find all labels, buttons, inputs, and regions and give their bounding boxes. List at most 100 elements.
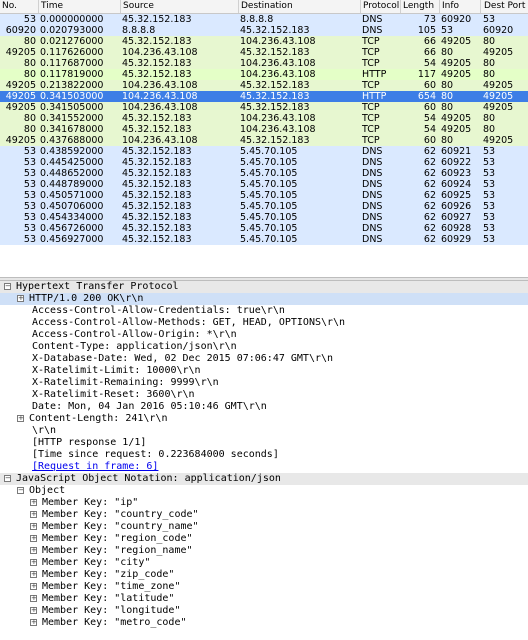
cell-info: 80 [441, 47, 454, 58]
expand-icon[interactable]: + [30, 607, 37, 614]
column-header-time[interactable]: Time [41, 1, 63, 11]
tree-row[interactable]: Access-Control-Allow-Methods: GET, HEAD,… [0, 317, 528, 329]
tree-row-label: Member Key: "time_zone" [42, 581, 181, 592]
cell-time: 0.117687000 [40, 58, 104, 69]
tree-row[interactable]: − Hypertext Transfer Protocol [0, 281, 528, 293]
packet-row[interactable]: 80 0.117819000 45.32.152.183 104.236.43.108… [0, 69, 528, 80]
tree-row[interactable]: [Request in frame: 6] [0, 461, 528, 473]
tree-row[interactable]: Access-Control-Allow-Origin: *\r\n [0, 329, 528, 341]
packet-row[interactable]: 53 0.448652000 45.32.152.183 5.45.70.105 DNS… [0, 168, 528, 179]
packet-row[interactable]: 80 0.341678000 45.32.152.183 104.236.43.108… [0, 124, 528, 135]
cell-dest-port: 53 [483, 14, 496, 25]
cell-destination: 104.236.43.108 [240, 58, 316, 69]
cell-destination: 5.45.70.105 [240, 223, 298, 234]
packet-row[interactable]: 49205 0.341503000 104.236.43.108 45.32.152.… [0, 91, 528, 102]
expand-icon[interactable]: + [30, 583, 37, 590]
packet-row[interactable]: 49205 0.117626000 104.236.43.108 45.32.152.… [0, 47, 528, 58]
cell-dest-port: 53 [483, 201, 496, 212]
packet-row[interactable]: 80 0.021276000 45.32.152.183 104.236.43.108… [0, 36, 528, 47]
cell-destination: 5.45.70.105 [240, 179, 298, 190]
cell-dest-port: 53 [483, 234, 496, 245]
column-header-source[interactable]: Source [123, 1, 154, 11]
cell-protocol: TCP [362, 124, 380, 135]
tree-row[interactable]: Date: Mon, 04 Jan 2016 05:10:46 GMT\r\n [0, 401, 528, 413]
expand-icon[interactable]: + [30, 559, 37, 566]
expand-icon[interactable]: + [30, 595, 37, 602]
column-header-info[interactable]: Info [442, 1, 459, 11]
expand-icon[interactable]: + [30, 571, 37, 578]
tree-row[interactable]: X-Ratelimit-Reset: 3600\r\n [0, 389, 528, 401]
packet-row[interactable]: 80 0.341552000 45.32.152.183 104.236.43.108… [0, 113, 528, 124]
tree-row[interactable]: + Member Key: "country_name" [0, 521, 528, 533]
column-header-protocol[interactable]: Protocol [363, 1, 399, 11]
packet-row[interactable]: 53 0.456726000 45.32.152.183 5.45.70.105 DNS… [0, 223, 528, 234]
cell-length: 62 [423, 157, 436, 168]
tree-row[interactable]: X-Database-Date: Wed, 02 Dec 2015 07:06:… [0, 353, 528, 365]
request-frame-link[interactable]: [Request in frame: 6] [32, 461, 158, 473]
expand-icon[interactable]: + [17, 295, 24, 302]
tree-row[interactable]: + Member Key: "time_zone" [0, 581, 528, 593]
packet-row[interactable]: 60920 0.020793000 8.8.8.8 45.32.152.183 DNS 1… [0, 25, 528, 36]
expand-icon[interactable]: + [30, 535, 37, 542]
tree-row[interactable]: X-Ratelimit-Remaining: 9999\r\n [0, 377, 528, 389]
tree-row[interactable]: [Time since request: 0.223684000 seconds… [0, 449, 528, 461]
packet-row[interactable]: 53 0.445425000 45.32.152.183 5.45.70.105 DNS… [0, 157, 528, 168]
cell-time: 0.341505000 [40, 102, 104, 113]
tree-row[interactable]: X-Ratelimit-Limit: 10000\r\n [0, 365, 528, 377]
cell-length: 54 [423, 124, 436, 135]
cell-length: 654 [417, 91, 436, 102]
column-header-dest-port[interactable]: Dest Port [484, 1, 525, 11]
expand-icon[interactable]: + [30, 511, 37, 518]
packet-row[interactable]: 80 0.117687000 45.32.152.183 104.236.43.108… [0, 58, 528, 69]
collapse-icon[interactable]: − [4, 475, 11, 482]
tree-row[interactable]: Access-Control-Allow-Credentials: true\r… [0, 305, 528, 317]
expand-icon[interactable]: + [30, 523, 37, 530]
packet-row[interactable]: 49205 0.437688000 104.236.43.108 45.32.152.… [0, 135, 528, 146]
expand-icon[interactable]: + [30, 499, 37, 506]
packet-row[interactable]: 49205 0.341505000 104.236.43.108 45.32.152.… [0, 102, 528, 113]
cell-source: 45.32.152.183 [122, 58, 192, 69]
tree-row[interactable]: + Member Key: "ip" [0, 497, 528, 509]
cell-dest-port: 80 [483, 58, 496, 69]
tree-row[interactable]: + Member Key: "city" [0, 557, 528, 569]
packet-row[interactable]: 53 0.450706000 45.32.152.183 5.45.70.105 DNS… [0, 201, 528, 212]
tree-row[interactable]: + Member Key: "latitude" [0, 593, 528, 605]
cell-info: 60921 [441, 146, 472, 157]
packet-row[interactable]: 53 0.000000000 45.32.152.183 8.8.8.8 DNS 73 60… [0, 14, 528, 25]
tree-row[interactable]: + Member Key: "region_name" [0, 545, 528, 557]
cell-source: 45.32.152.183 [122, 36, 192, 47]
packet-row[interactable]: 53 0.448789000 45.32.152.183 5.45.70.105 DNS… [0, 179, 528, 190]
tree-row[interactable]: + Member Key: "metro_code" [0, 617, 528, 629]
tree-row[interactable]: − JavaScript Object Notation: application… [0, 473, 528, 485]
tree-row[interactable]: + Member Key: "region_code" [0, 533, 528, 545]
cell-source: 45.32.152.183 [122, 201, 192, 212]
tree-row[interactable]: − Object [0, 485, 528, 497]
column-header-destination[interactable]: Destination [241, 1, 293, 11]
packet-row[interactable]: 53 0.438592000 45.32.152.183 5.45.70.105 DNS… [0, 146, 528, 157]
tree-row[interactable]: Content-Type: application/json\r\n [0, 341, 528, 353]
tree-row[interactable]: + Member Key: "zip_code" [0, 569, 528, 581]
expand-icon[interactable]: + [30, 547, 37, 554]
tree-row[interactable]: + Member Key: "longitude" [0, 605, 528, 617]
packet-row[interactable]: 53 0.454334000 45.32.152.183 5.45.70.105 DNS… [0, 212, 528, 223]
cell-dest-port: 49205 [483, 80, 514, 91]
cell-destination: 45.32.152.183 [240, 47, 310, 58]
tree-row[interactable]: + HTTP/1.0 200 OK\r\n [0, 293, 528, 305]
packet-row[interactable]: 53 0.450571000 45.32.152.183 5.45.70.105 DNS… [0, 190, 528, 201]
tree-row-label: Member Key: "zip_code" [42, 569, 175, 580]
packet-row[interactable]: 49205 0.213822000 104.236.43.108 45.32.152.… [0, 80, 528, 91]
packet-row[interactable]: 53 0.456927000 45.32.152.183 5.45.70.105 DNS… [0, 234, 528, 245]
expand-icon[interactable]: + [17, 415, 24, 422]
column-header-length[interactable]: Length [403, 1, 434, 11]
tree-row-label: Access-Control-Allow-Origin: *\r\n [32, 329, 237, 340]
tree-row[interactable]: + Content-Length: 241\r\n [0, 413, 528, 425]
collapse-icon[interactable]: − [17, 487, 24, 494]
expand-icon[interactable]: + [30, 619, 37, 626]
tree-row[interactable]: [HTTP response 1/1] [0, 437, 528, 449]
collapse-icon[interactable]: − [4, 283, 11, 290]
tree-row[interactable]: + Member Key: "country_code" [0, 509, 528, 521]
column-header-no[interactable]: No. [2, 1, 17, 11]
tree-row[interactable]: \r\n [0, 425, 528, 437]
cell-length: 66 [423, 36, 436, 47]
cell-info: 60923 [441, 168, 472, 179]
